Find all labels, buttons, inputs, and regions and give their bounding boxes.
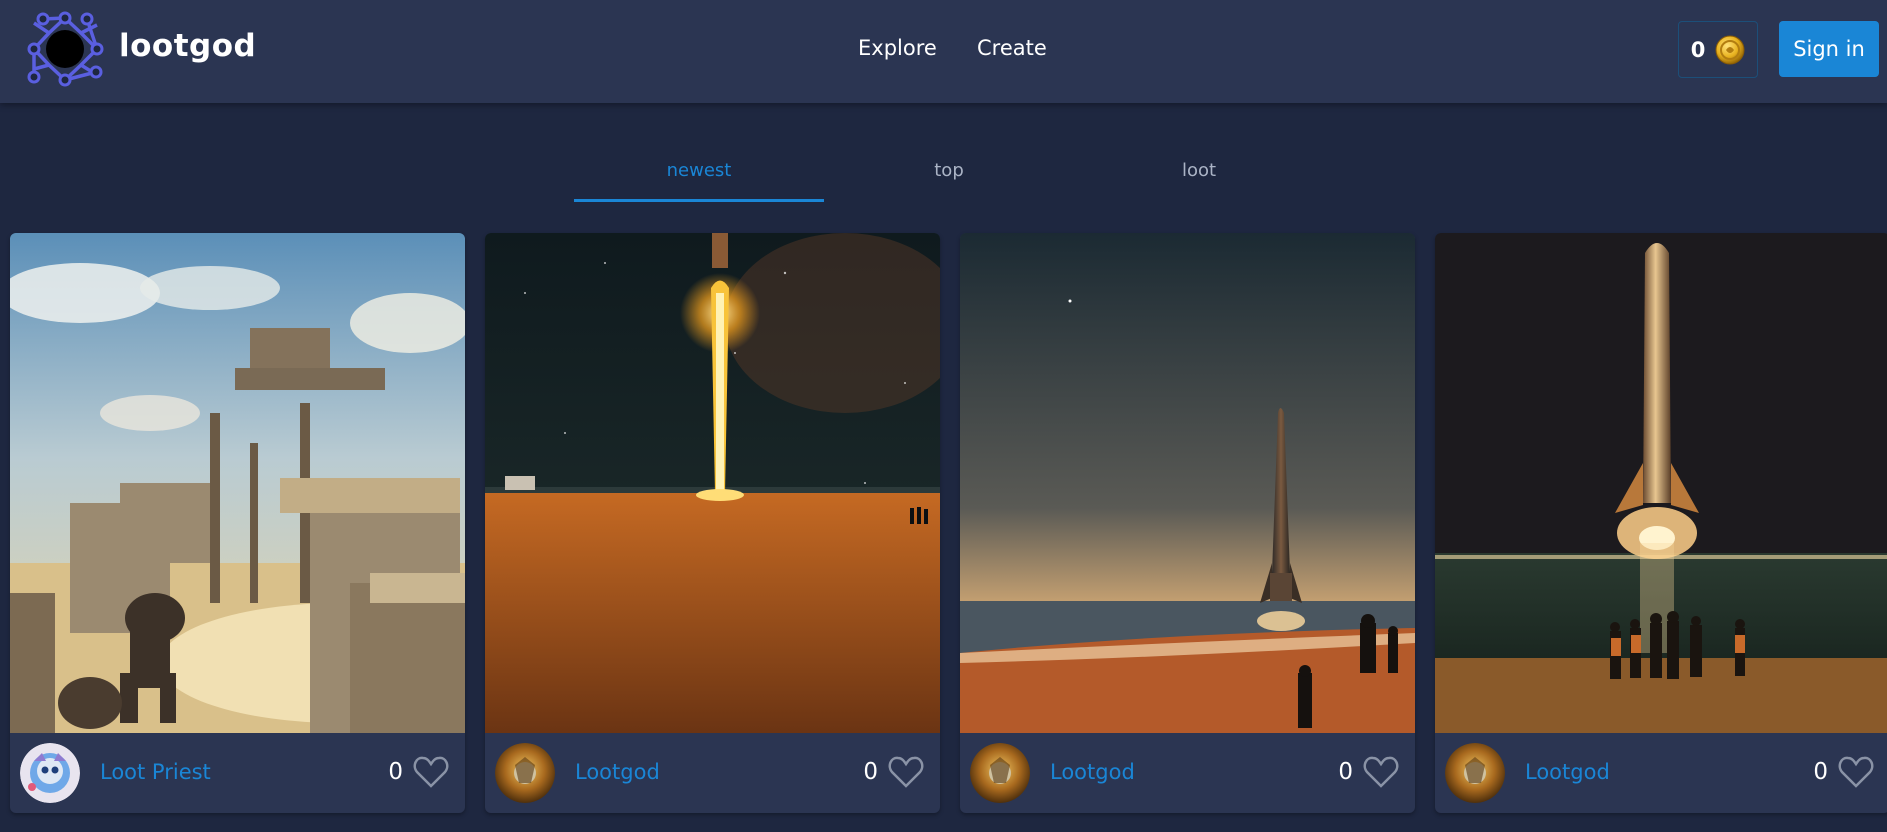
card-footer: Lootgod 0 <box>960 733 1415 813</box>
avatar[interactable] <box>970 743 1030 803</box>
tab-loot[interactable]: loot <box>1074 160 1324 181</box>
heart-icon[interactable] <box>1838 755 1874 789</box>
card-like-count: 0 <box>1338 759 1353 785</box>
nav-explore-link[interactable]: Explore <box>858 36 937 60</box>
avatar[interactable] <box>1445 743 1505 803</box>
card-footer: Lootgod 0 <box>1435 733 1887 813</box>
coin-balance-value: 0 <box>1690 37 1706 62</box>
brand-name[interactable]: lootgod <box>119 28 256 64</box>
heart-icon[interactable] <box>888 755 924 789</box>
tab-top[interactable]: top <box>824 160 1074 181</box>
card-like-count: 0 <box>388 759 403 785</box>
image-card[interactable]: Loot Priest 0 <box>10 233 465 813</box>
card-author-link[interactable]: Lootgod <box>1525 760 1610 784</box>
heart-icon[interactable] <box>413 755 449 789</box>
avatar[interactable] <box>495 743 555 803</box>
card-image[interactable] <box>1435 233 1887 733</box>
image-card[interactable]: Lootgod 0 <box>485 233 940 813</box>
sign-in-button[interactable]: Sign in <box>1779 21 1879 77</box>
card-like-count: 0 <box>1813 759 1828 785</box>
coin-icon <box>1715 35 1745 64</box>
card-image[interactable] <box>10 233 465 733</box>
coin-balance-button[interactable]: 0 <box>1678 21 1758 78</box>
card-footer: Loot Priest 0 <box>10 733 465 813</box>
card-image[interactable] <box>960 233 1415 733</box>
avatar[interactable] <box>20 743 80 803</box>
card-author-link[interactable]: Lootgod <box>575 760 660 784</box>
card-author-link[interactable]: Loot Priest <box>100 760 211 784</box>
lootgod-logo-icon[interactable] <box>26 10 104 88</box>
heart-icon[interactable] <box>1363 755 1399 789</box>
top-navigation-bar: lootgod Explore Create 0 Sign in <box>0 0 1887 103</box>
card-author-link[interactable]: Lootgod <box>1050 760 1135 784</box>
image-card[interactable]: Lootgod 0 <box>960 233 1415 813</box>
image-card[interactable]: Lootgod 0 <box>1435 233 1887 813</box>
card-like-count: 0 <box>863 759 878 785</box>
card-image[interactable] <box>485 233 940 733</box>
card-footer: Lootgod 0 <box>485 733 940 813</box>
tab-newest[interactable]: newest <box>574 160 824 181</box>
active-tab-indicator <box>574 199 824 202</box>
nav-create-link[interactable]: Create <box>977 36 1047 60</box>
